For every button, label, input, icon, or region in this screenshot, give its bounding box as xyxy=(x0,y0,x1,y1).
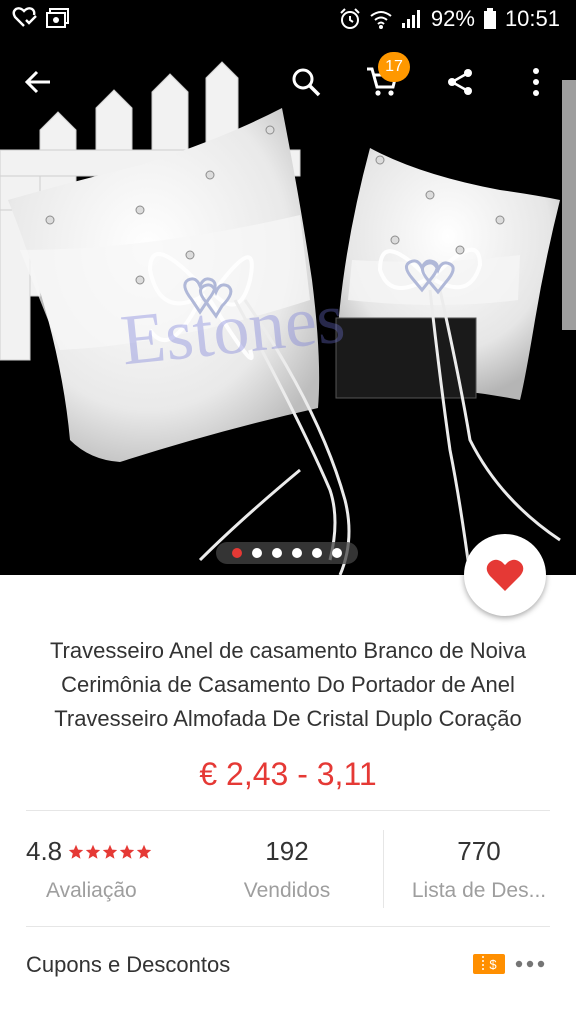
sold-value: 192 xyxy=(265,836,309,866)
rating-value-row: 4.8 xyxy=(26,836,176,867)
signal-icon xyxy=(401,10,420,28)
wishlist-value: 770 xyxy=(457,836,501,866)
clock: 10:51 xyxy=(504,6,560,31)
product-title-line: Travesseiro Almofada De Cristal Duplo Co… xyxy=(54,706,522,731)
status-left-icons xyxy=(12,7,70,29)
sold-label: Vendidos xyxy=(243,879,331,902)
cart-count-badge: 17 xyxy=(378,52,410,82)
product-title-line: Cerimônia de Casamento Do Portador de An… xyxy=(61,672,515,697)
pager-dot[interactable] xyxy=(252,548,262,558)
star-icon xyxy=(85,844,101,859)
product-title: Travesseiro Anel de casamento Branco de … xyxy=(24,634,552,736)
battery-icon xyxy=(483,8,496,29)
add-to-wishlist-button[interactable] xyxy=(464,534,546,616)
coupons-label: Cupons e Descontos xyxy=(26,952,231,977)
coupon-icon: $ xyxy=(473,954,505,974)
image-pager[interactable] xyxy=(216,542,358,564)
rating-label: Avaliação xyxy=(46,879,137,902)
rating-stars xyxy=(68,844,152,860)
pager-dot[interactable] xyxy=(292,548,302,558)
wishlist-label: Lista de Des... xyxy=(411,879,547,902)
product-price: € 2,43 - 3,11 xyxy=(199,756,377,792)
alarm-icon xyxy=(340,8,360,29)
status-right-icons: 92% 10:51 xyxy=(339,6,560,32)
battery-percent: 92% xyxy=(430,6,475,31)
more-vert-icon xyxy=(533,68,539,96)
pager-dot[interactable] xyxy=(272,548,282,558)
product-image-gallery[interactable]: Estones 92% 10:51 17 xyxy=(0,0,576,575)
wishlist-stat[interactable]: 770 Lista de Des... xyxy=(404,836,554,903)
svg-text:$: $ xyxy=(489,957,497,972)
back-button[interactable] xyxy=(16,60,60,104)
status-bar: 92% 10:51 xyxy=(0,0,576,40)
product-title-line: Travesseiro Anel de casamento Branco de … xyxy=(49,638,527,663)
stats-separator xyxy=(383,830,384,908)
wifi-icon xyxy=(370,11,392,29)
share-icon xyxy=(448,69,472,95)
divider xyxy=(26,810,550,811)
share-button[interactable] xyxy=(438,60,482,104)
app-bar xyxy=(0,52,576,112)
star-icon xyxy=(102,844,118,859)
more-horiz-icon xyxy=(515,960,545,968)
rating-stat[interactable]: 4.8 Avaliação xyxy=(26,836,176,903)
pager-dot[interactable] xyxy=(312,548,322,558)
gallery-icon xyxy=(46,8,69,28)
search-icon xyxy=(292,68,321,97)
divider xyxy=(26,926,550,927)
more-options-button[interactable] xyxy=(514,60,558,104)
rating-value: 4.8 xyxy=(26,836,63,866)
coupons-row[interactable]: Cupons e Descontos $ xyxy=(0,944,576,988)
back-arrow-icon xyxy=(24,70,50,94)
star-icon xyxy=(136,844,152,859)
sold-stat: 192 Vendidos xyxy=(212,836,362,903)
pager-dot[interactable] xyxy=(332,548,342,558)
heart-icon xyxy=(486,559,524,591)
star-icon xyxy=(119,844,135,859)
heart-check-icon xyxy=(12,7,37,27)
search-button[interactable] xyxy=(284,60,328,104)
star-icon xyxy=(68,844,84,859)
pager-dot[interactable] xyxy=(232,548,242,558)
